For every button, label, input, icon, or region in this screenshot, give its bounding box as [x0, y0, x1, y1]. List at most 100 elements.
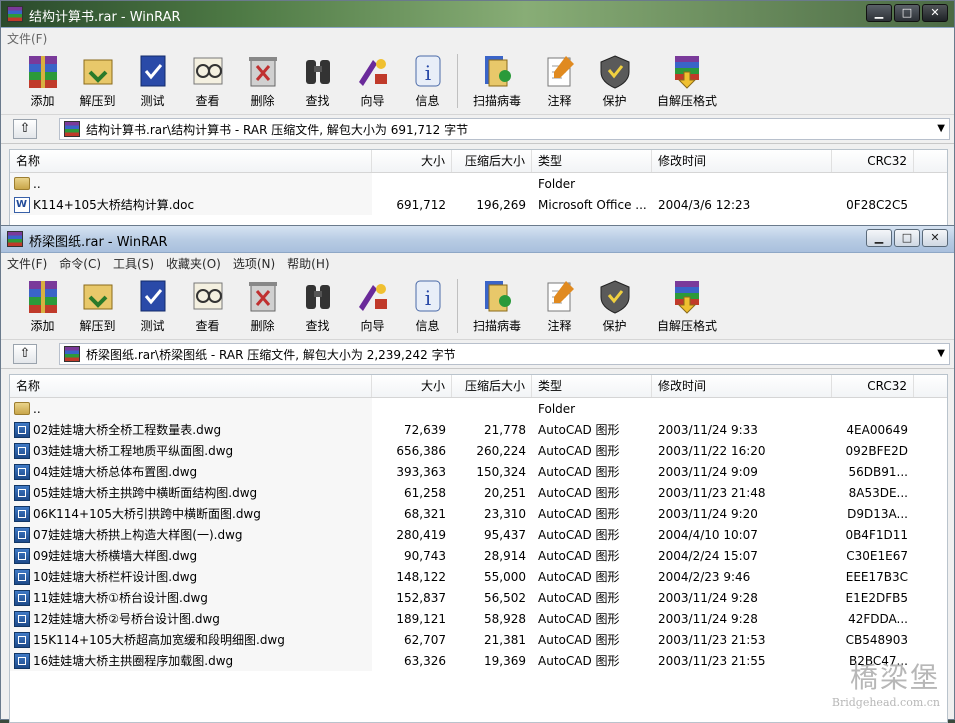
col-header-size[interactable]: 大小 — [372, 375, 452, 397]
menu-item-1[interactable]: 命令(C) — [59, 255, 101, 272]
info-button[interactable]: i 信息 — [400, 273, 455, 334]
test-button[interactable]: 测试 — [125, 273, 180, 334]
menu-item-4[interactable]: 选项(N) — [233, 255, 275, 272]
path-dropdown-icon[interactable]: ▼ — [937, 348, 945, 359]
parent-folder-row[interactable]: .. Folder — [10, 173, 947, 194]
table-row[interactable]: 11娃娃塘大桥①桥台设计图.dwg 152,837 56,502 AutoCAD 图形… — [10, 587, 947, 608]
cell-name: 02娃娃塘大桥全桥工程数量表.dwg — [10, 421, 372, 438]
minimize-button[interactable]: ▁ — [866, 229, 892, 247]
path-field[interactable]: 桥梁图纸.rar\桥梁图纸 - RAR 压缩文件, 解包大小为 2,239,24… — [59, 343, 950, 365]
folder-icon — [14, 177, 30, 190]
col-header-modified[interactable]: 修改时间 — [652, 375, 832, 397]
col-header-type[interactable]: 类型 — [532, 375, 652, 397]
dwg-icon — [14, 421, 30, 438]
wizard-icon — [353, 277, 393, 315]
up-folder-button[interactable]: ⇧ — [13, 344, 37, 364]
col-header-modified[interactable]: 修改时间 — [652, 150, 832, 172]
toolbar-button-label: 解压到 — [79, 94, 116, 108]
close-button[interactable]: ✕ — [922, 229, 948, 247]
table-row[interactable]: 06K114+105大桥引拱跨中横断面图.dwg 68,321 23,310 Auto… — [10, 503, 947, 524]
table-row[interactable]: 12娃娃塘大桥②号桥台设计图.dwg 189,121 58,928 AutoCAD 图… — [10, 608, 947, 629]
table-row[interactable]: 02娃娃塘大桥全桥工程数量表.dwg 72,639 21,778 AutoCAD 图形… — [10, 419, 947, 440]
info-button[interactable]: i 信息 — [400, 48, 455, 109]
toolbar: 添加 解压到 测试 查看 删除 查找 向导 i 信息 扫描病毒 注释 保护 自解压格式 — [1, 273, 954, 340]
title-bar[interactable]: 结构计算书.rar - WinRAR ▁ □ ✕ — [1, 1, 954, 28]
col-header-name[interactable]: 名称 — [10, 375, 372, 397]
table-row[interactable]: 03娃娃塘大桥工程地质平纵面图.dwg 656,386 260,224 AutoCAD… — [10, 440, 947, 461]
delete-button[interactable]: 删除 — [235, 273, 290, 334]
toolbar-button-label: 查看 — [195, 319, 220, 333]
view-button[interactable]: 查看 — [180, 273, 235, 334]
menu-item-2[interactable]: 工具(S) — [113, 255, 154, 272]
maximize-button[interactable]: □ — [894, 4, 920, 22]
extract-to-button[interactable]: 解压到 — [70, 48, 125, 109]
table-row[interactable]: K114+105大桥结构计算.doc 691,712 196,269 Microsof… — [10, 194, 947, 215]
menu-item-3[interactable]: 收藏夹(O) — [166, 255, 221, 272]
col-header-crc[interactable]: CRC32 — [832, 150, 914, 172]
protect-button[interactable]: 保护 — [587, 273, 642, 334]
file-name: 04娃娃塘大桥总体布置图.dwg — [33, 465, 198, 479]
table-row[interactable]: 05娃娃塘大桥主拱跨中横断面结构图.dwg 61,258 20,251 AutoCAD… — [10, 482, 947, 503]
table-row[interactable]: 15K114+105大桥超高加宽缓和段明细图.dwg 62,707 21,381 Au… — [10, 629, 947, 650]
toolbar-button-label: 自解压格式 — [656, 94, 717, 108]
sfx-button[interactable]: 自解压格式 — [642, 48, 732, 109]
address-bar: ⇧ 结构计算书.rar\结构计算书 - RAR 压缩文件, 解包大小为 691,… — [1, 115, 954, 144]
file-name: 12娃娃塘大桥②号桥台设计图.dwg — [33, 612, 220, 626]
protect-button[interactable]: 保护 — [587, 48, 642, 109]
wizard-button[interactable]: 向导 — [345, 273, 400, 334]
title-bar[interactable]: 桥梁图纸.rar - WinRAR ▁ □ ✕ — [1, 226, 954, 253]
add-button[interactable]: 添加 — [15, 48, 70, 109]
cell-type: Microsoft Office ... — [538, 197, 647, 212]
col-header-name[interactable]: 名称 — [10, 150, 372, 172]
wizard-button[interactable]: 向导 — [345, 48, 400, 109]
menu-file[interactable]: 文件(F) — [7, 30, 47, 47]
scan-virus-button[interactable]: 扫描病毒 — [462, 48, 532, 109]
scan-virus-button[interactable]: 扫描病毒 — [462, 273, 532, 334]
delete-icon — [243, 277, 283, 315]
add-button[interactable]: 添加 — [15, 273, 70, 334]
col-header-crc[interactable]: CRC32 — [832, 375, 914, 397]
table-row[interactable]: 07娃娃塘大桥拱上构造大样图(一).dwg 280,419 95,437 AutoCA… — [10, 524, 947, 545]
svg-text:i: i — [424, 61, 430, 85]
col-header-packed[interactable]: 压缩后大小 — [452, 150, 532, 172]
up-folder-button[interactable]: ⇧ — [13, 119, 37, 139]
minimize-button[interactable]: ▁ — [866, 4, 892, 22]
maximize-button[interactable]: □ — [894, 229, 920, 247]
extract-to-button[interactable]: 解压到 — [70, 273, 125, 334]
test-icon — [133, 277, 173, 315]
comment-button[interactable]: 注释 — [532, 273, 587, 334]
protect-icon — [595, 52, 635, 90]
find-button[interactable]: 查找 — [290, 273, 345, 334]
path-dropdown-icon[interactable]: ▼ — [937, 123, 945, 134]
parent-folder-row[interactable]: .. Folder — [10, 398, 947, 419]
cell-name: .. — [10, 402, 372, 416]
path-field[interactable]: 结构计算书.rar\结构计算书 - RAR 压缩文件, 解包大小为 691,71… — [59, 118, 950, 140]
cell-crc: 4EA00649 — [846, 422, 908, 437]
table-row[interactable]: 10娃娃塘大桥栏杆设计图.dwg 148,122 55,000 AutoCAD 图形 2… — [10, 566, 947, 587]
cell-packed: 21,778 — [484, 422, 526, 437]
view-button[interactable]: 查看 — [180, 48, 235, 109]
menu-item-5[interactable]: 帮助(H) — [287, 255, 329, 272]
close-button[interactable]: ✕ — [922, 4, 948, 22]
cell-name: .. — [10, 177, 372, 191]
table-row[interactable]: 16娃娃塘大桥主拱圈程序加载图.dwg 63,326 19,369 AutoCAD 图… — [10, 650, 947, 671]
winrar-app-icon — [7, 6, 23, 22]
table-row[interactable]: 09娃娃塘大桥横墙大样图.dwg 90,743 28,914 AutoCAD 图形 20… — [10, 545, 947, 566]
extract-to-icon — [78, 277, 118, 315]
sfx-button[interactable]: 自解压格式 — [642, 273, 732, 334]
table-row[interactable]: 04娃娃塘大桥总体布置图.dwg 393,363 150,324 AutoCAD 图形… — [10, 461, 947, 482]
find-icon — [298, 52, 338, 90]
col-header-type[interactable]: 类型 — [532, 150, 652, 172]
col-header-packed[interactable]: 压缩后大小 — [452, 375, 532, 397]
dwg-icon — [14, 589, 30, 606]
col-header-size[interactable]: 大小 — [372, 150, 452, 172]
menu-item-0[interactable]: 文件(F) — [7, 255, 47, 272]
test-button[interactable]: 测试 — [125, 48, 180, 109]
cell-type: AutoCAD 图形 — [538, 633, 620, 647]
cell-size: 148,122 — [396, 569, 446, 584]
delete-button[interactable]: 删除 — [235, 48, 290, 109]
menu-bar: 文件(F) 命令(C) 工具(S) 收藏夹(O) 选项(N) 帮助(H) — [1, 253, 954, 273]
comment-button[interactable]: 注释 — [532, 48, 587, 109]
file-rows: .. Folder 02娃娃塘大桥全桥工程数量表.dwg 72,639 21,778 Au… — [10, 398, 947, 671]
find-button[interactable]: 查找 — [290, 48, 345, 109]
